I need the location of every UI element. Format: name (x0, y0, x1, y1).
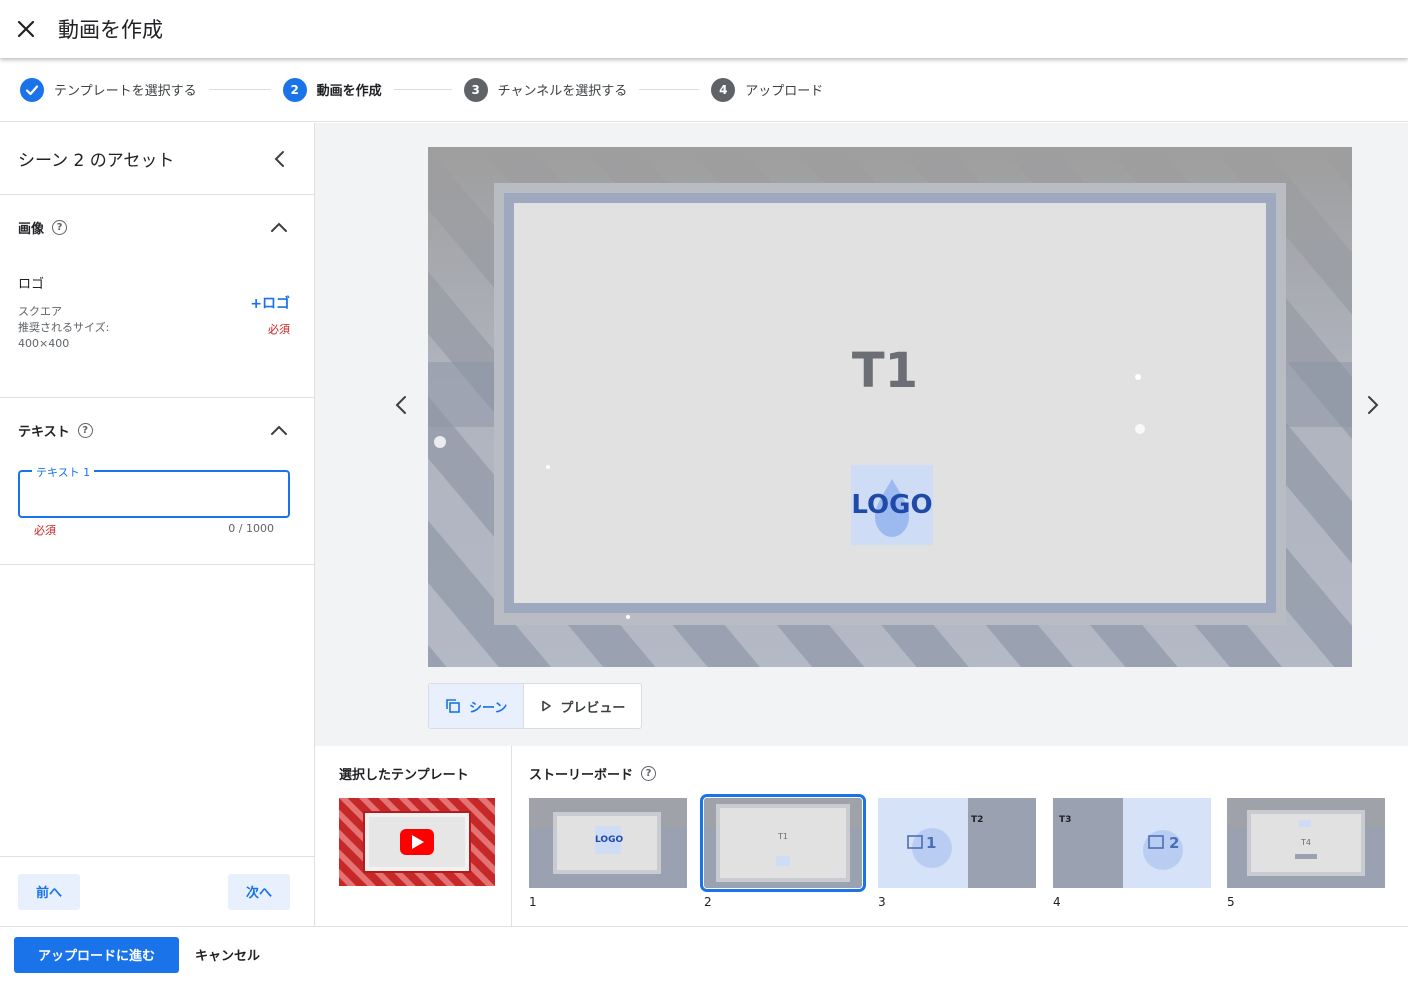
panel-title: シーン 2 のアセット (18, 151, 175, 171)
scene-number: 4 (1053, 895, 1061, 909)
next-scene-button[interactable]: 次へ (227, 873, 290, 910)
scene-1-logo-text: LOGO (595, 835, 624, 845)
scene-number: 1 (529, 895, 537, 909)
scene-nav: 前へ 次へ (0, 856, 314, 926)
logo-desc-size: 400×400 (18, 337, 70, 350)
scene-4-title-text: T3 (1059, 815, 1072, 825)
step-label: 動画を作成 (316, 84, 382, 99)
view-toggle: シーン プレビュー (428, 683, 643, 729)
storyboard-scene-5[interactable]: T4 (1227, 798, 1385, 888)
page-title: 動画を作成 (58, 18, 163, 42)
scene-preview-image (428, 147, 1352, 667)
step-label: アップロード (745, 84, 824, 99)
storyboard-header: ストーリーボード ? (529, 764, 657, 783)
storyboard-scene-4[interactable]: 2 T3 (1053, 798, 1211, 888)
step-divider (393, 89, 452, 90)
scene-3-thumbnail (878, 798, 1036, 888)
text-field-block: テキスト 1 必須 0 / 1000 (0, 462, 314, 564)
scene-5-title-text: T4 (1301, 838, 1311, 847)
proceed-to-upload-button[interactable]: アップロードに進む (14, 936, 180, 973)
scene-2-title-text: T1 (778, 832, 788, 841)
text-section-title-wrap: テキスト ? (18, 421, 93, 440)
help-icon[interactable]: ? (77, 422, 93, 438)
help-icon[interactable]: ? (52, 219, 68, 235)
storyboard-scene-3[interactable]: 1 T2 (878, 798, 1036, 888)
text-section-title: テキスト (18, 424, 70, 440)
storyboard-scene-2[interactable]: T1 (700, 794, 866, 892)
image-section-header[interactable]: 画像 ? (0, 195, 314, 259)
storyboard-area: 選択したテンプレート ストーリーボード ? LOGO 1 T1 2 1 T2 3… (315, 746, 1408, 926)
image-section-title-wrap: 画像 ? (18, 218, 68, 237)
previous-scene-chevron-left-icon[interactable] (395, 395, 407, 415)
logo-placeholder: LOGO (851, 465, 933, 545)
text-section-header[interactable]: テキスト ? (0, 398, 314, 462)
chevron-up-icon[interactable] (270, 221, 288, 233)
selected-template-title: 選択したテンプレート (339, 768, 469, 783)
next-scene-chevron-right-icon[interactable] (1367, 395, 1379, 415)
template-thumbnail-image (339, 798, 495, 886)
check-icon (20, 77, 44, 102)
text1-char-counter: 0 / 1000 (228, 522, 274, 535)
scene-number: 5 (1227, 895, 1235, 909)
app-header: 動画を作成 (0, 0, 1408, 58)
panel-header: シーン 2 のアセット (0, 123, 314, 195)
image-section-title: 画像 (18, 221, 45, 237)
text-section: テキスト ? テキスト 1 必須 0 / 1000 (0, 398, 314, 565)
text1-meta: 必須 0 / 1000 (18, 518, 290, 538)
logo-asset-name: ロゴ (18, 277, 45, 292)
collapse-panel-chevron-left-icon[interactable] (274, 150, 286, 168)
scene-title-text: T1 (851, 343, 919, 399)
step-divider (208, 89, 271, 90)
text1-required-label: 必須 (34, 524, 56, 537)
logo-required-label: 必須 (268, 323, 290, 336)
scene-4-thumbnail (1053, 798, 1211, 888)
storyboard-scene-1[interactable]: LOGO (529, 798, 687, 888)
add-logo-button[interactable]: +ロゴ (250, 293, 290, 313)
step-number: 2 (282, 77, 307, 102)
step-label: チャンネルを選択する (497, 84, 628, 99)
chevron-up-icon[interactable] (270, 424, 288, 436)
scene-number: 2 (704, 895, 712, 909)
storyboard-title: ストーリーボード (529, 768, 634, 783)
preview-play-button[interactable]: プレビュー (524, 684, 641, 728)
step-upload[interactable]: 4 アップロード (711, 77, 824, 102)
stepper: テンプレートを選択する 2 動画を作成 3 チャンネルを選択する 4 アップロー… (0, 58, 1408, 122)
text1-input[interactable]: テキスト 1 (18, 464, 290, 518)
scene-4-image-number: 2 (1169, 834, 1180, 852)
logo-desc-recommended: 推奨されるサイズ: (18, 321, 110, 334)
close-icon (17, 20, 35, 38)
footer-bar: アップロードに進む キャンセル (0, 926, 1408, 982)
scene-view-button[interactable]: シーン (429, 684, 525, 728)
help-icon[interactable]: ? (641, 766, 657, 781)
scene-preview: T1 LOGO (428, 147, 1352, 667)
step-number: 4 (711, 77, 736, 102)
scene-view-label: シーン (469, 700, 508, 716)
play-icon (542, 700, 552, 712)
assets-panel: シーン 2 のアセット 画像 ? ロゴ スクエア 推奨されるサイズ: 400×4… (0, 123, 315, 926)
selected-template-column: 選択したテンプレート (315, 746, 512, 926)
selected-template-thumbnail[interactable] (339, 798, 495, 886)
scene-number: 3 (878, 895, 886, 909)
logo-asset: ロゴ スクエア 推奨されるサイズ: 400×400 +ロゴ 必須 (0, 259, 314, 397)
preview-area: T1 LOGO シーン プレビュー (315, 123, 1408, 746)
image-section: 画像 ? ロゴ スクエア 推奨されるサイズ: 400×400 +ロゴ 必須 (0, 195, 314, 398)
text1-input-label: テキスト 1 (32, 464, 95, 480)
step-label: テンプレートを選択する (54, 84, 197, 99)
step-select-template[interactable]: テンプレートを選択する (20, 77, 197, 102)
step-create-video[interactable]: 2 動画を作成 (282, 77, 382, 102)
step-number: 3 (463, 77, 488, 102)
scene-2-thumbnail (704, 798, 862, 888)
previous-scene-button[interactable]: 前へ (18, 873, 81, 910)
cancel-button[interactable]: キャンセル (195, 945, 260, 964)
close-button[interactable] (0, 3, 52, 55)
scene-3-title-text: T2 (971, 815, 984, 825)
logo-placeholder-text: LOGO (851, 490, 933, 520)
preview-play-label: プレビュー (560, 700, 626, 716)
step-divider (639, 89, 700, 90)
step-select-channel[interactable]: 3 チャンネルを選択する (463, 77, 628, 102)
copy-icon (446, 699, 460, 713)
scene-3-image-number: 1 (926, 834, 937, 852)
